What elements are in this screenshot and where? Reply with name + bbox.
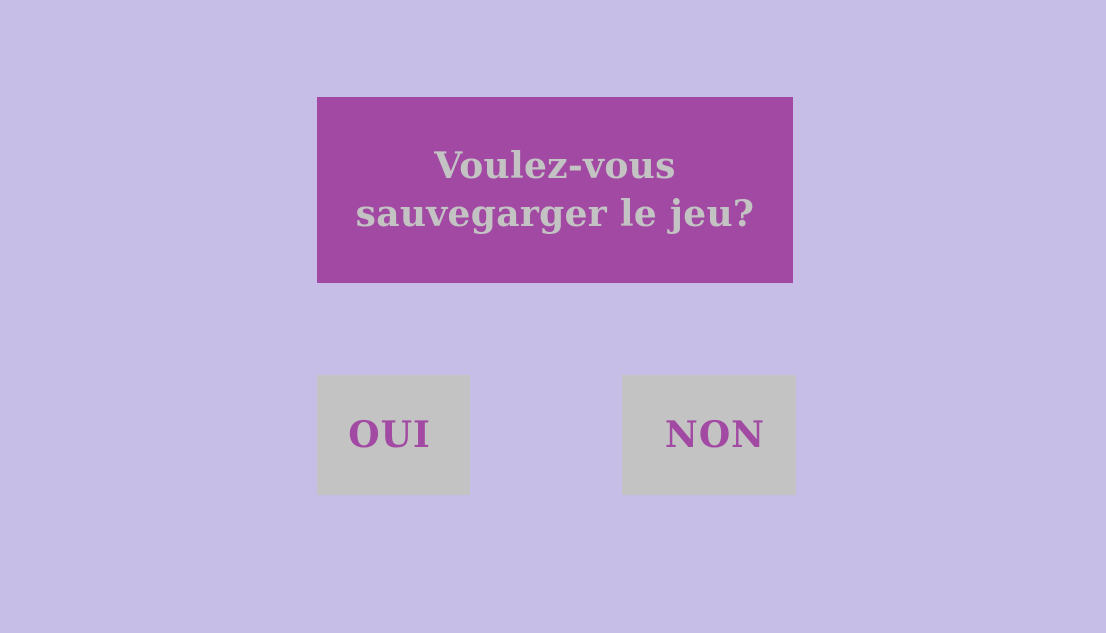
save-game-prompt: Voulez-vous sauvegarger le jeu? (317, 97, 793, 283)
no-button[interactable]: NON (622, 375, 796, 495)
prompt-line-1: Voulez-vous (434, 145, 676, 187)
prompt-text: Voulez-vous sauvegarger le jeu? (356, 142, 755, 238)
yes-button[interactable]: OUI (317, 375, 470, 495)
yes-button-label: OUI (348, 414, 431, 456)
prompt-line-2: sauvegarger le jeu? (355, 193, 755, 235)
no-button-label: NON (664, 414, 766, 456)
